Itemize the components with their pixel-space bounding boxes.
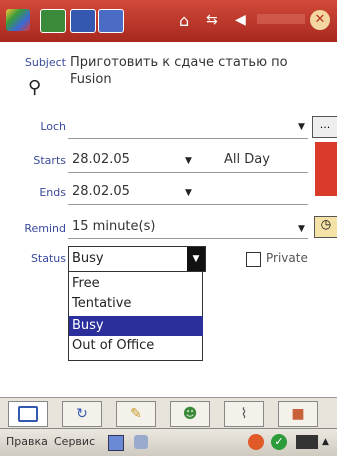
status-dropdown-list: Free Tentative Busy Out of Office [68,271,203,361]
starts-date[interactable]: 28.02.05 [72,152,130,167]
recurrence-tab[interactable]: ↻ [62,401,102,427]
chevron-down-icon[interactable]: ▼ [298,122,305,132]
private-label: Private [266,251,308,265]
divider [68,238,308,239]
notes-tab[interactable]: ✎ [116,401,156,427]
location-browse-button[interactable]: ... [312,116,337,138]
status-value: Busy [72,251,104,266]
menu-bar: Правка Сервис ✓ ▲ [0,428,337,456]
categories-tab[interactable]: ■ [278,401,318,427]
delete-icon[interactable] [248,434,264,450]
sip-keyboard-icon[interactable] [296,435,318,449]
status-select[interactable]: Busy ▼ [68,246,206,272]
divider [68,172,308,173]
alarm-icon[interactable]: ◷ [314,216,337,238]
status-option-selected[interactable]: Busy [69,316,203,336]
private-checkbox[interactable] [246,252,261,267]
remind-value[interactable]: 15 minute(s) [72,219,155,234]
ends-date[interactable]: 28.02.05 [72,184,130,199]
subject-field[interactable]: Приготовить к сдаче статью по [70,55,288,70]
recurrence-icon: ↻ [76,406,88,422]
chevron-up-icon[interactable]: ▲ [322,437,329,447]
starts-label: Starts [33,154,66,167]
keyboard-icon[interactable] [108,435,124,451]
attachment-icon: ⌇ [240,406,248,422]
subject-label: Subject [24,56,66,69]
subject-field-line2[interactable]: Fusion [70,72,112,87]
windows-logo-icon[interactable] [6,9,30,31]
calendar-icon [18,406,38,422]
location-label: Loch [40,120,66,133]
close-icon[interactable]: ✕ [310,10,330,30]
volume-icon[interactable]: ◀ [235,12,246,28]
notes-icon: ✎ [130,406,142,422]
status-option[interactable]: Free [69,274,203,294]
ends-label: Ends [39,186,66,199]
tasks-icon[interactable] [70,9,96,33]
location-field[interactable] [68,138,308,139]
divider [68,204,308,205]
network-icon[interactable]: ⇆ [206,12,218,28]
attendees-icon: ☻ [182,406,198,422]
title-bar: ⌂ ⇆ ◀ ✕ [0,0,337,42]
attachments-tab[interactable]: ⌇ [224,401,264,427]
categories-icon: ■ [291,406,305,422]
contacts-icon[interactable] [98,9,124,33]
all-day-value[interactable]: All Day [224,152,270,167]
chevron-down-icon[interactable]: ▼ [185,156,192,166]
ok-icon[interactable]: ✓ [271,434,287,450]
attendees-tab[interactable]: ☻ [170,401,210,427]
appointment-tab[interactable] [8,401,48,427]
search-icon[interactable]: ⚲ [28,77,41,98]
chevron-down-icon[interactable]: ▼ [185,188,192,198]
menu-tools[interactable]: Сервис [54,435,95,448]
status-option[interactable]: Tentative [69,294,203,314]
chevron-down-icon[interactable]: ▼ [298,224,305,234]
reminder-flag [315,142,337,196]
clock-display [257,14,305,24]
menu-edit[interactable]: Правка [6,435,48,448]
tab-bar: ↻ ✎ ☻ ⌇ ■ [0,397,337,428]
chevron-down-icon[interactable]: ▼ [187,247,205,271]
status-option[interactable]: Out of Office [69,336,203,356]
home-icon[interactable]: ⌂ [179,11,189,30]
remind-label: Remind [24,222,66,235]
status-label: Status [30,252,66,265]
input-icon[interactable] [134,435,148,449]
calendar-icon[interactable] [40,9,66,33]
